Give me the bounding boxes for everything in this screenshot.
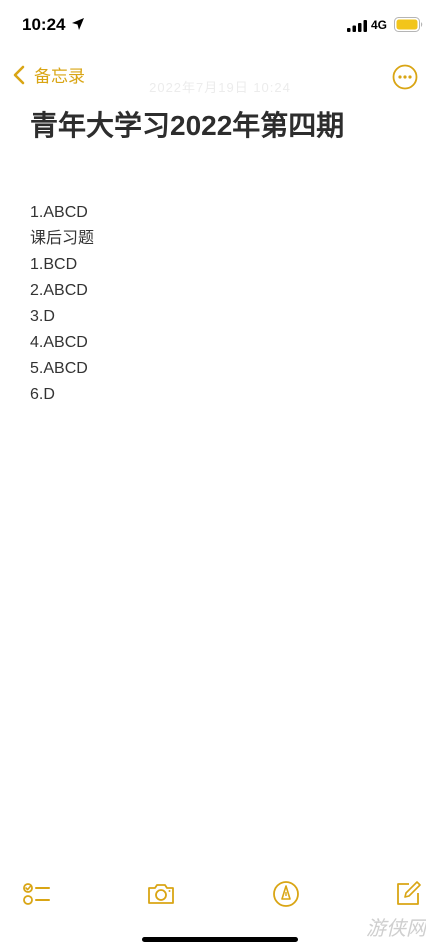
location-arrow-icon	[72, 18, 84, 30]
note-line: 2.ABCD	[30, 282, 88, 299]
network-type: 4G	[371, 18, 388, 32]
svg-text:游侠网: 游侠网	[366, 916, 426, 940]
note-line: 3.D	[30, 308, 55, 325]
note-line: 1.BCD	[30, 256, 78, 273]
note-title[interactable]: 青年大学习2022年第四期	[30, 104, 344, 144]
back-label: 备忘录	[34, 67, 85, 86]
more-options-icon[interactable]	[392, 64, 418, 90]
home-indicator[interactable]	[142, 937, 298, 942]
checklist-icon[interactable]	[21, 879, 51, 909]
camera-icon[interactable]	[146, 879, 176, 909]
note-line: 1.ABCD	[30, 204, 88, 221]
nav-bar: 2022年7月19日 10:24 备忘录	[0, 58, 440, 95]
back-button[interactable]: 备忘录	[12, 62, 85, 87]
chevron-left-icon	[13, 65, 25, 84]
status-bar: 10:24 4G	[0, 0, 440, 52]
markup-pen-icon[interactable]	[271, 879, 301, 909]
cellular-signal-icon	[347, 20, 367, 32]
note-body[interactable]: 1.ABCD 课后习题 1.BCD 2.ABCD 3.D 4.ABCD 5.AB…	[30, 200, 94, 408]
watermark-logo: 游侠网	[366, 916, 426, 940]
note-line: 4.ABCD	[30, 334, 88, 351]
note-line: 课后习题	[30, 230, 95, 247]
battery-icon	[394, 17, 423, 32]
note-line: 6.D	[30, 386, 55, 403]
note-line: 5.ABCD	[30, 360, 88, 377]
status-time: 10:24	[22, 15, 66, 34]
